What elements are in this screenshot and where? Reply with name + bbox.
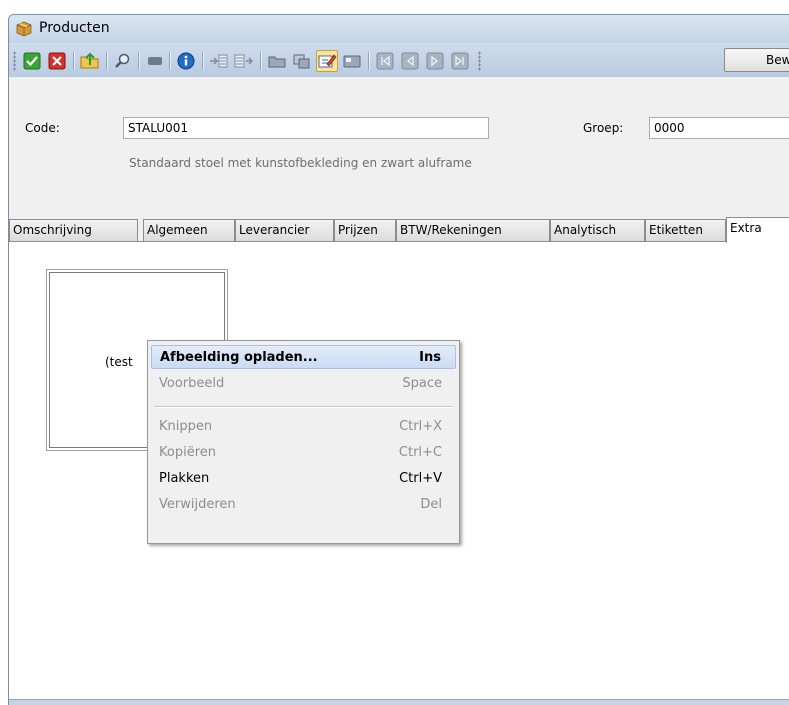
toolbar-separator	[368, 52, 369, 70]
first-icon	[376, 52, 394, 70]
package-icon	[16, 21, 32, 37]
menu-item-label: Kopiëren	[159, 445, 216, 460]
next-icon	[426, 52, 444, 70]
last-record-button[interactable]	[449, 50, 471, 72]
prev-record-button[interactable]	[399, 50, 421, 72]
folder-up-icon	[80, 52, 99, 69]
menu-item-label: Plakken	[159, 471, 210, 486]
info-button[interactable]	[175, 50, 197, 72]
description-text: Standaard stoel met kunstofbekleding en …	[129, 156, 472, 170]
menu-item-kopieren[interactable]: Kopiëren Ctrl+C	[151, 441, 456, 465]
window-title: Producten	[39, 20, 110, 36]
cancel-button[interactable]	[46, 50, 68, 72]
code-label: Code:	[25, 121, 60, 135]
toolbar-grip[interactable]	[13, 51, 16, 71]
tab-extra[interactable]: Extra	[726, 217, 789, 243]
copy-icon	[293, 54, 310, 69]
tab-btw-rekeningen[interactable]: BTW/Rekeningen	[396, 219, 550, 241]
menu-item-shortcut: Ctrl+V	[399, 471, 442, 486]
toolbar-grip[interactable]	[478, 51, 481, 71]
insert-icon	[210, 54, 228, 68]
stop-icon	[148, 57, 162, 65]
search-icon	[115, 53, 130, 68]
group-label: Groep:	[583, 121, 624, 135]
group-input[interactable]: 0000	[649, 117, 789, 139]
menu-item-shortcut: Ctrl+C	[398, 445, 442, 460]
append-icon	[234, 54, 254, 68]
save-check-icon	[23, 52, 41, 70]
menu-item-label: Verwijderen	[159, 497, 236, 512]
toolbar-separator	[73, 52, 74, 70]
menu-item-plakken[interactable]: Plakken Ctrl+V	[151, 467, 456, 491]
first-record-button[interactable]	[374, 50, 396, 72]
title-bar[interactable]: Producten	[9, 15, 789, 43]
export-button[interactable]	[79, 50, 101, 72]
card-button[interactable]	[341, 50, 363, 72]
insert-button[interactable]	[208, 50, 230, 72]
tab-etiketten[interactable]: Etiketten	[645, 219, 726, 241]
code-input[interactable]: STALU001	[123, 117, 489, 139]
prev-icon	[401, 52, 419, 70]
edit-button[interactable]	[316, 50, 338, 72]
header-panel: Code: STALU001 Groep: 0000 Standaard sto…	[9, 77, 789, 192]
menu-item-shortcut: Space	[402, 376, 442, 391]
next-record-button[interactable]	[424, 50, 446, 72]
append-button[interactable]	[233, 50, 255, 72]
tab-analytisch[interactable]: Analytisch	[550, 219, 645, 241]
stop-button[interactable]	[144, 50, 166, 72]
menu-item-shortcut: Del	[420, 497, 442, 512]
producten-window: Producten Bew Code: STALU001 Groep: 0000…	[8, 14, 789, 705]
search-button[interactable]	[112, 50, 134, 72]
menu-item-shortcut: Ins	[419, 350, 441, 365]
last-icon	[451, 52, 469, 70]
info-icon	[177, 52, 195, 70]
menu-item-label: Afbeelding opladen...	[160, 350, 318, 365]
tab-leverancier[interactable]: Leverancier	[235, 219, 334, 241]
menu-separator	[154, 406, 453, 408]
context-menu: Afbeelding opladen... Ins Voorbeeld Spac…	[147, 340, 460, 544]
toolbar-separator	[169, 52, 170, 70]
tab-strip: Omschrijving Algemeen Leverancier Prijze…	[9, 217, 789, 243]
toolbar-separator	[260, 52, 261, 70]
toolbar: Bew	[9, 43, 789, 77]
menu-item-label: Knippen	[159, 419, 213, 434]
menu-item-knippen[interactable]: Knippen Ctrl+X	[151, 415, 456, 439]
menu-item-afbeelding-opladen[interactable]: Afbeelding opladen... Ins	[151, 345, 456, 369]
tab-omschrijving[interactable]: Omschrijving	[9, 219, 138, 241]
tab-prijzen[interactable]: Prijzen	[334, 219, 396, 241]
menu-item-label: Voorbeeld	[159, 376, 225, 391]
card-icon	[343, 55, 361, 68]
menu-item-verwijderen[interactable]: Verwijderen Del	[151, 493, 456, 517]
menu-item-voorbeeld[interactable]: Voorbeeld Space	[151, 372, 456, 396]
open-button[interactable]	[266, 50, 288, 72]
menu-item-shortcut: Ctrl+X	[399, 419, 442, 434]
toolbar-separator	[202, 52, 203, 70]
save-button[interactable]	[21, 50, 43, 72]
folder-icon	[268, 56, 286, 68]
cancel-x-icon	[48, 52, 66, 70]
edit-icon	[318, 54, 337, 68]
copy-button[interactable]	[291, 50, 313, 72]
toolbar-separator	[106, 52, 107, 70]
tab-algemeen[interactable]: Algemeen	[143, 219, 235, 241]
toolbar-separator	[138, 52, 139, 70]
status-strip	[9, 699, 789, 705]
image-placeholder-text: (test	[105, 355, 133, 369]
bew-button[interactable]: Bew	[724, 48, 789, 72]
